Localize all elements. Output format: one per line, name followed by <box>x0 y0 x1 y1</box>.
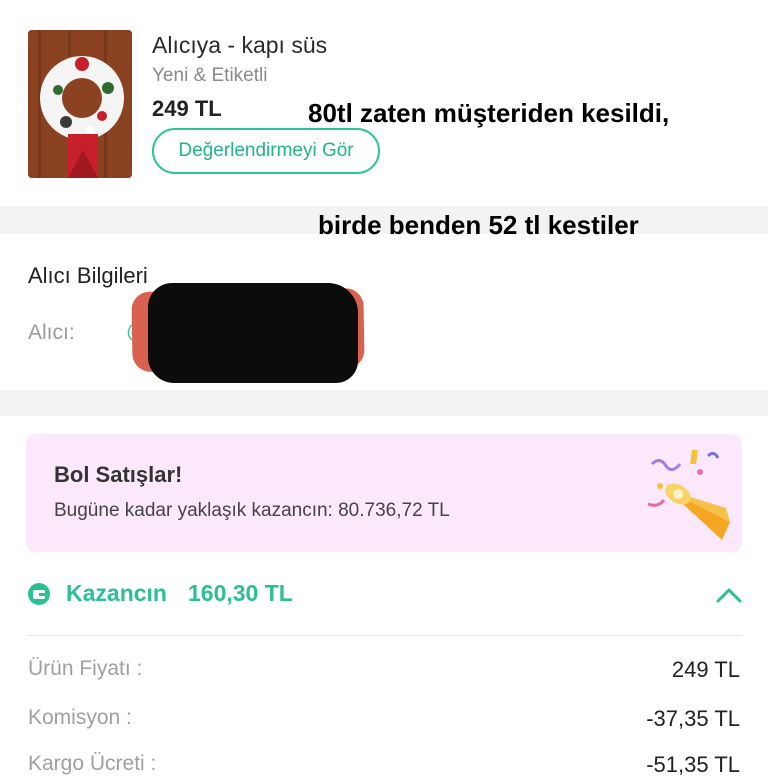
product-condition: Yeni & Etiketli <box>152 65 268 86</box>
product-thumbnail[interactable] <box>28 30 132 178</box>
buyer-label: Alıcı: <box>28 321 75 344</box>
party-popper-icon <box>647 450 730 540</box>
shipping-row-value: -51,35 TL <box>646 752 740 777</box>
divider <box>28 635 742 636</box>
earnings-amount: 160,30 TL <box>188 580 293 606</box>
overlay-note-line1: 80tl zaten müşteriden kesildi, <box>308 98 670 128</box>
buyer-info-heading: Alıcı Bilgileri <box>28 263 148 288</box>
commission-row-value: -37,35 TL <box>646 706 740 731</box>
product-price: 249 TL <box>152 96 222 121</box>
wallet-icon <box>28 583 50 605</box>
view-review-button[interactable]: Değerlendirmeyi Gör <box>152 128 380 174</box>
earnings-label[interactable]: Kazancın <box>66 580 167 607</box>
chevron-up-icon[interactable] <box>716 586 742 604</box>
promo-title: Bol Satışlar! <box>54 462 183 487</box>
promo-card <box>26 434 742 552</box>
promo-subtitle: Bugüne kadar yaklaşık kazancın: 80.736,7… <box>54 500 450 521</box>
redaction-blackout <box>148 283 358 383</box>
section-divider <box>0 390 768 416</box>
commission-row-label: Komisyon : <box>28 706 132 729</box>
shipping-row-label: Kargo Ücreti : <box>28 752 157 775</box>
product-title: Alıcıya - kapı süs <box>152 32 328 58</box>
price-row-label: Ürün Fiyatı : <box>28 657 143 680</box>
price-row-value: 249 TL <box>671 657 740 682</box>
overlay-note-line2: birde benden 52 tl kestiler <box>318 210 639 240</box>
